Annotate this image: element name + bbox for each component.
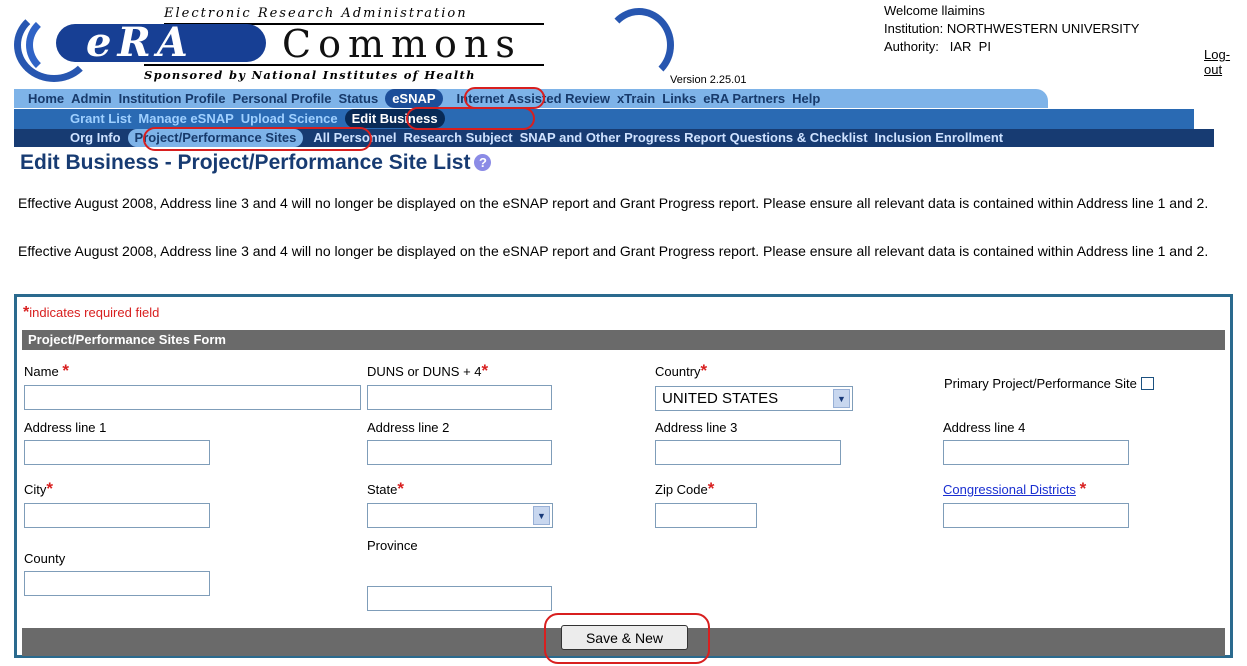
congressional-required-star: * xyxy=(1079,479,1087,498)
duns-input[interactable] xyxy=(367,385,552,410)
state-select[interactable]: ▼ xyxy=(367,503,553,528)
nav-institution-profile[interactable]: Institution Profile xyxy=(119,89,226,108)
notice-2: Effective August 2008, Address line 3 an… xyxy=(18,243,1209,259)
nav-status[interactable]: Status xyxy=(338,89,378,108)
country-value: UNITED STATES xyxy=(662,390,779,407)
address1-label: Address line 1 xyxy=(24,420,107,435)
logo-sponsored: Sponsored by National Institutes of Heal… xyxy=(144,68,476,82)
county-label: County xyxy=(24,551,66,566)
version-label: Version 2.25.01 xyxy=(670,74,747,86)
logo-tagline: Electronic Research Administration xyxy=(164,6,468,21)
nav-research-subject[interactable]: Research Subject xyxy=(403,129,512,147)
nav-org-info[interactable]: Org Info xyxy=(70,129,121,147)
congressional-input[interactable] xyxy=(943,503,1129,528)
nav-snap-questions[interactable]: SNAP and Other Progress Report Questions… xyxy=(520,129,868,147)
logo-commons: Commons xyxy=(282,22,522,66)
highlight-esnap xyxy=(464,87,545,109)
nav-home[interactable]: Home xyxy=(28,89,64,108)
highlight-edit-business xyxy=(406,107,535,130)
page-title: Edit Business - Project/Performance Site… xyxy=(20,151,492,175)
state-label-text: State xyxy=(367,482,398,497)
province-label: Province xyxy=(367,538,418,553)
city-required-star: * xyxy=(46,479,54,498)
address2-input[interactable] xyxy=(367,440,552,465)
nav-xtrain[interactable]: xTrain xyxy=(617,89,655,108)
chevron-down-icon[interactable]: ▼ xyxy=(833,389,850,408)
notice-1: Effective August 2008, Address line 3 an… xyxy=(18,195,1209,211)
city-label-text: City xyxy=(24,482,47,497)
duns-required-star: * xyxy=(481,361,489,380)
nav-admin[interactable]: Admin xyxy=(71,89,111,108)
nav-era-partners[interactable]: eRA Partners xyxy=(703,89,785,108)
country-label: Country* xyxy=(655,361,707,381)
zip-label-text: Zip Code xyxy=(655,482,708,497)
county-input[interactable] xyxy=(24,571,210,596)
project-sites-form: *indicates required field Project/Perfor… xyxy=(14,294,1233,658)
user-info: Welcome llaimins Institution: NORTHWESTE… xyxy=(884,2,1139,56)
state-label: State* xyxy=(367,479,404,499)
address1-input[interactable] xyxy=(24,440,210,465)
congressional-districts-link[interactable]: Congressional Districts xyxy=(943,482,1076,497)
logo-era: eRA xyxy=(56,23,266,63)
country-required-star: * xyxy=(700,361,708,380)
city-input[interactable] xyxy=(24,503,210,528)
state-required-star: * xyxy=(397,479,404,498)
primary-site-checkbox[interactable] xyxy=(1140,377,1154,390)
country-label-text: Country xyxy=(655,364,701,379)
highlight-project-sites xyxy=(143,127,372,151)
address2-label: Address line 2 xyxy=(367,420,450,435)
logout-link[interactable]: Log-out xyxy=(1204,47,1247,77)
address3-label: Address line 3 xyxy=(655,420,738,435)
name-input[interactable] xyxy=(24,385,361,410)
authority-text: Authority: IAR PI xyxy=(884,39,991,54)
zip-required-star: * xyxy=(707,479,715,498)
nav-help[interactable]: Help xyxy=(792,89,820,108)
nav-personal-profile[interactable]: Personal Profile xyxy=(232,89,331,108)
required-note: *indicates required field xyxy=(23,304,159,322)
name-label: Name * xyxy=(24,361,69,381)
nav-grant-list[interactable]: Grant List xyxy=(70,109,131,128)
nav-manage-esnap[interactable]: Manage eSNAP xyxy=(138,109,233,128)
era-commons-logo: Electronic Research Administration eRA C… xyxy=(14,2,679,88)
name-label-text: Name xyxy=(24,364,59,379)
nav-links[interactable]: Links xyxy=(662,89,696,108)
address3-input[interactable] xyxy=(655,440,841,465)
required-note-text: indicates required field xyxy=(29,305,160,320)
name-required-star: * xyxy=(62,361,69,380)
chevron-down-icon[interactable]: ▼ xyxy=(533,506,550,525)
duns-label-text: DUNS or DUNS + 4 xyxy=(367,364,482,379)
form-header: Project/Performance Sites Form xyxy=(22,330,1225,350)
highlight-save-new xyxy=(544,613,710,664)
city-label: City* xyxy=(24,479,53,499)
page-title-text: Edit Business - Project/Performance Site… xyxy=(20,151,471,174)
welcome-text: Welcome llaimins xyxy=(884,3,985,18)
duns-label: DUNS or DUNS + 4* xyxy=(367,361,488,381)
primary-site-label: Primary Project/Performance Site xyxy=(944,376,1154,391)
congressional-label: Congressional Districts * xyxy=(943,479,1086,499)
province-input[interactable] xyxy=(367,586,552,611)
country-select[interactable]: UNITED STATES ▼ xyxy=(655,386,853,411)
nav-upload-science[interactable]: Upload Science xyxy=(241,109,338,128)
zip-input[interactable] xyxy=(655,503,757,528)
nav-inclusion-enrollment[interactable]: Inclusion Enrollment xyxy=(875,129,1004,147)
primary-site-label-text: Primary Project/Performance Site xyxy=(944,376,1137,391)
help-icon[interactable]: ? xyxy=(474,154,492,171)
address4-input[interactable] xyxy=(943,440,1129,465)
zip-label: Zip Code* xyxy=(655,479,714,499)
nav-esnap[interactable]: eSNAP xyxy=(385,89,443,108)
logo-right-swoosh xyxy=(604,8,674,82)
logo-rule-bottom xyxy=(144,64,544,66)
nav-secondary: Grant List Manage eSNAP Upload Science Edit… xyxy=(14,109,1194,129)
institution-text: Institution: NORTHWESTERN UNIVERSITY xyxy=(884,21,1140,36)
address4-label: Address line 4 xyxy=(943,420,1026,435)
